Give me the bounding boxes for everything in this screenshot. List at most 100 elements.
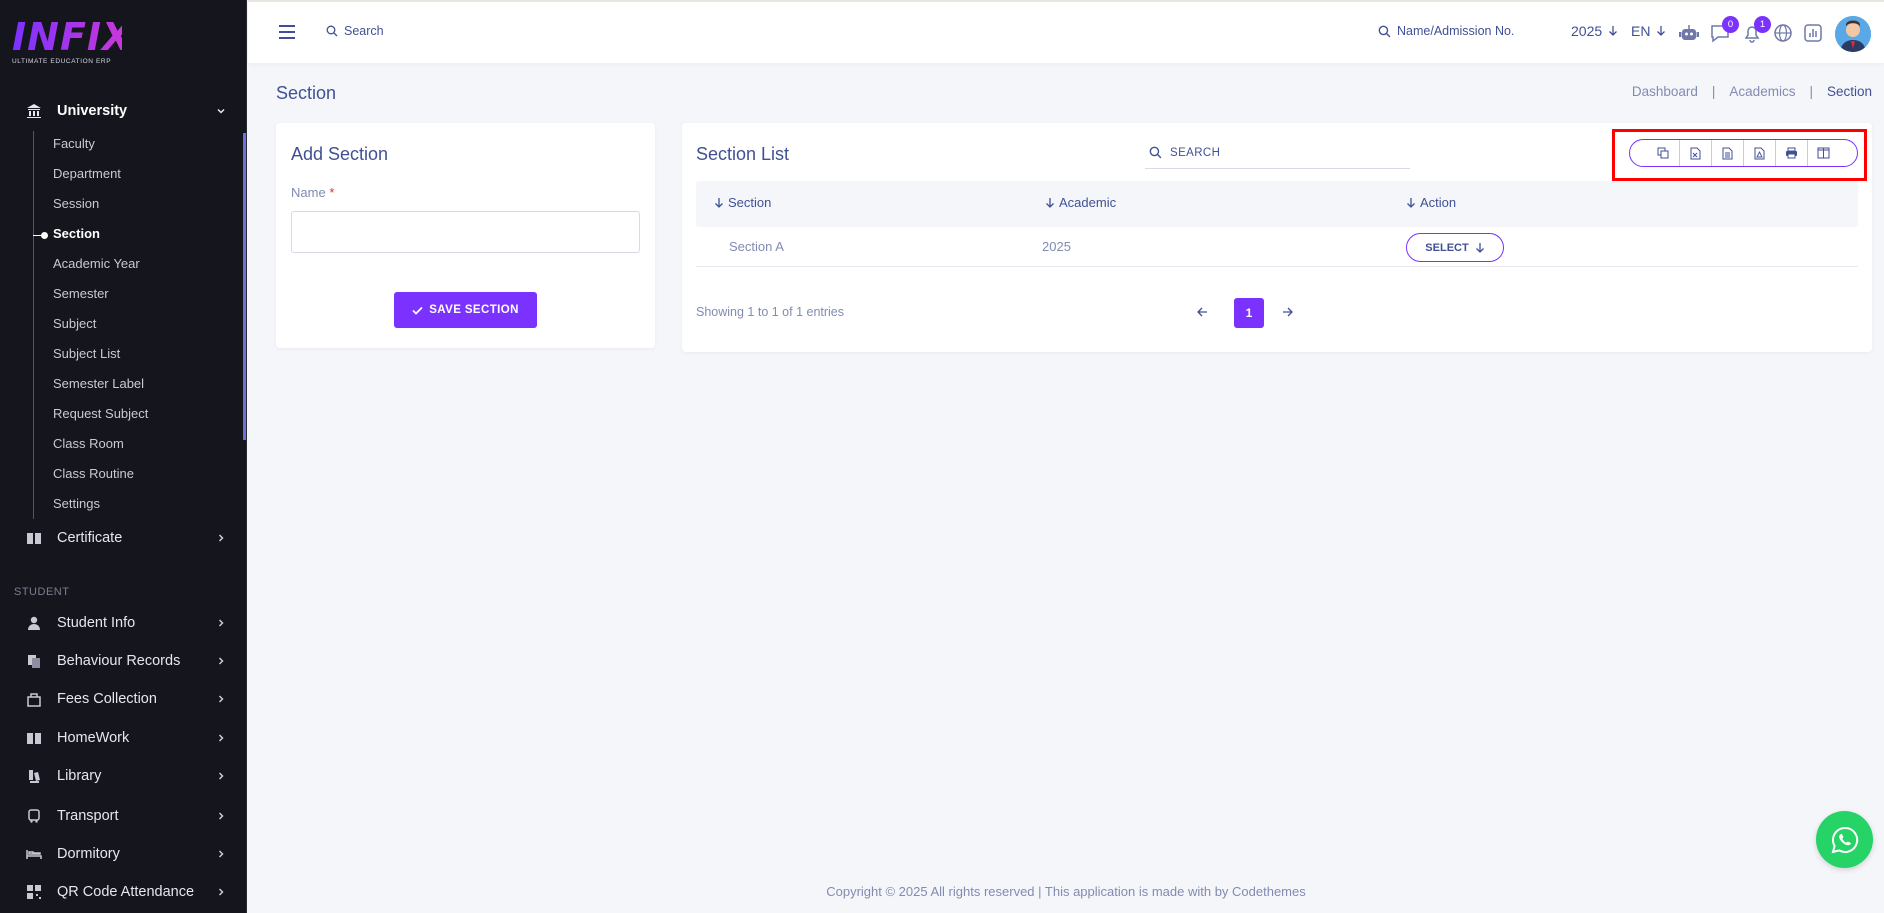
breadcrumb-academics[interactable]: Academics bbox=[1729, 84, 1795, 99]
chart-icon[interactable] bbox=[1802, 22, 1824, 44]
globe-icon[interactable] bbox=[1772, 22, 1794, 44]
library-icon bbox=[29, 770, 40, 783]
search-icon bbox=[1378, 25, 1391, 37]
sidebar-item-student-info[interactable]: Student Info bbox=[0, 608, 247, 638]
sidebar-sub-class-room[interactable]: Class Room bbox=[53, 434, 124, 454]
year-selector[interactable]: 2025 bbox=[1571, 23, 1618, 39]
pdf-icon bbox=[1754, 147, 1764, 159]
excel-icon bbox=[1690, 147, 1700, 159]
cell-academic: 2025 bbox=[1042, 239, 1071, 254]
name-field[interactable] bbox=[291, 211, 640, 253]
sidebar-sub-semester-label[interactable]: Semester Label bbox=[53, 374, 144, 394]
user-icon bbox=[28, 616, 40, 630]
arrow-down-icon bbox=[1657, 26, 1666, 36]
documents-icon bbox=[28, 655, 40, 668]
language-value: EN bbox=[1631, 23, 1651, 39]
sidebar-item-transport[interactable]: Transport bbox=[0, 801, 247, 831]
sort-arrow-icon bbox=[715, 197, 723, 208]
sidebar-item-label: Fees Collection bbox=[57, 691, 157, 707]
chevron-right-icon bbox=[218, 657, 224, 665]
copy-icon bbox=[1657, 147, 1669, 159]
search-icon bbox=[1149, 146, 1162, 159]
footer: Copyright © 2025 All rights reserved | T… bbox=[826, 884, 1306, 899]
active-dot bbox=[41, 232, 48, 239]
sidebar-sub-faculty[interactable]: Faculty bbox=[53, 134, 95, 154]
name-admission-search[interactable]: Name/Admission No. bbox=[1378, 24, 1514, 38]
copy-button[interactable] bbox=[1648, 140, 1680, 166]
breadcrumb-dashboard[interactable]: Dashboard bbox=[1632, 84, 1698, 99]
sidebar-sub-subject[interactable]: Subject bbox=[53, 314, 96, 334]
year-value: 2025 bbox=[1571, 23, 1603, 39]
bus-icon bbox=[28, 809, 40, 823]
name-search-label: Name/Admission No. bbox=[1397, 24, 1515, 38]
arrow-right-icon[interactable] bbox=[1278, 303, 1296, 321]
sidebar-sub-settings[interactable]: Settings bbox=[53, 494, 100, 514]
sidebar-sub-subject-list[interactable]: Subject List bbox=[53, 344, 120, 364]
add-section-title: Add Section bbox=[291, 144, 389, 164]
column-header-action[interactable]: Action bbox=[1406, 195, 1456, 210]
avatar[interactable] bbox=[1835, 16, 1871, 52]
sidebar-item-university[interactable]: University bbox=[0, 96, 247, 126]
chat-icon[interactable]: 0 bbox=[1709, 16, 1739, 44]
sidebar-border bbox=[246, 0, 247, 913]
topbar: Search Name/Admission No. 2025 EN 0 1 bbox=[248, 0, 1884, 63]
column-header-label: Action bbox=[1420, 195, 1457, 210]
top-search[interactable]: Search bbox=[326, 24, 384, 38]
whatsapp-icon bbox=[1831, 826, 1858, 853]
sidebar-item-library[interactable]: Library bbox=[0, 761, 247, 791]
sidebar-sub-department[interactable]: Department bbox=[53, 164, 121, 184]
sidebar-item-homework[interactable]: HomeWork bbox=[0, 723, 247, 753]
chevron-right-icon bbox=[218, 734, 224, 742]
sidebar-item-dormitory[interactable]: Dormitory bbox=[0, 839, 247, 869]
bell-icon[interactable]: 1 bbox=[1741, 16, 1771, 44]
chevron-right-icon bbox=[218, 772, 224, 780]
pdf-button[interactable] bbox=[1744, 140, 1776, 166]
sidebar-item-label: Library bbox=[57, 768, 102, 784]
sort-arrow-icon bbox=[1046, 197, 1054, 208]
columns-button[interactable] bbox=[1808, 140, 1840, 166]
sidebar-sub-section[interactable]: Section bbox=[53, 224, 100, 244]
csv-button[interactable] bbox=[1712, 140, 1744, 166]
notification-badge: 1 bbox=[1754, 16, 1771, 33]
arrow-down-icon bbox=[1609, 26, 1618, 36]
sidebar-item-label: QR Code Attendance bbox=[57, 884, 195, 900]
select-action-button[interactable]: SELECT bbox=[1406, 233, 1504, 262]
language-selector[interactable]: EN bbox=[1631, 23, 1666, 39]
required-mark: * bbox=[329, 185, 335, 200]
breadcrumb-current: Section bbox=[1826, 84, 1872, 99]
robot-icon[interactable] bbox=[1678, 22, 1700, 44]
page-button-current[interactable]: 1 bbox=[1234, 298, 1264, 328]
logo[interactable]: INFIX ULTIMATE EDUCATION ERP bbox=[12, 18, 131, 68]
sidebar-item-qr-attendance[interactable]: QR Code Attendance bbox=[0, 877, 247, 907]
sidebar-item-label: Student Info bbox=[57, 615, 136, 631]
sidebar-sub-class-routine[interactable]: Class Routine bbox=[53, 464, 134, 484]
sidebar-sub-request-subject[interactable]: Request Subject bbox=[53, 404, 148, 424]
arrow-left-icon[interactable] bbox=[1194, 303, 1212, 321]
excel-button[interactable] bbox=[1680, 140, 1712, 166]
column-header-section[interactable]: Section bbox=[714, 195, 771, 210]
breadcrumb-separator: | bbox=[1809, 84, 1813, 99]
sidebar-item-certificate[interactable]: Certificate bbox=[0, 523, 247, 553]
menu-icon[interactable] bbox=[278, 24, 296, 40]
list-search-input[interactable]: SEARCH bbox=[1145, 137, 1410, 169]
sidebar-item-label: University bbox=[57, 103, 128, 119]
save-section-button[interactable]: SAVE SECTION bbox=[394, 292, 537, 328]
submenu-line bbox=[33, 131, 34, 519]
book-icon bbox=[27, 533, 41, 544]
sidebar-sub-academic-year[interactable]: Academic Year bbox=[53, 254, 140, 274]
sidebar-item-fees-collection[interactable]: Fees Collection bbox=[0, 684, 247, 714]
page-title: Section bbox=[276, 83, 337, 103]
showing-entries: Showing 1 to 1 of 1 entries bbox=[696, 305, 845, 319]
sidebar-item-label: Behaviour Records bbox=[57, 653, 181, 669]
column-header-academic[interactable]: Academic bbox=[1045, 195, 1116, 210]
sidebar-item-behaviour-records[interactable]: Behaviour Records bbox=[0, 646, 247, 676]
sidebar-sub-session[interactable]: Session bbox=[53, 194, 99, 214]
section-list-title: Section List bbox=[696, 144, 790, 164]
print-button[interactable] bbox=[1776, 140, 1808, 166]
table-row: Section A 2025 SELECT bbox=[696, 227, 1858, 267]
chevron-right-icon bbox=[218, 534, 224, 542]
whatsapp-button[interactable] bbox=[1816, 811, 1873, 868]
chevron-right-icon bbox=[218, 812, 224, 820]
sidebar-sub-semester[interactable]: Semester bbox=[53, 284, 109, 304]
name-field-label: Name * bbox=[291, 185, 334, 200]
